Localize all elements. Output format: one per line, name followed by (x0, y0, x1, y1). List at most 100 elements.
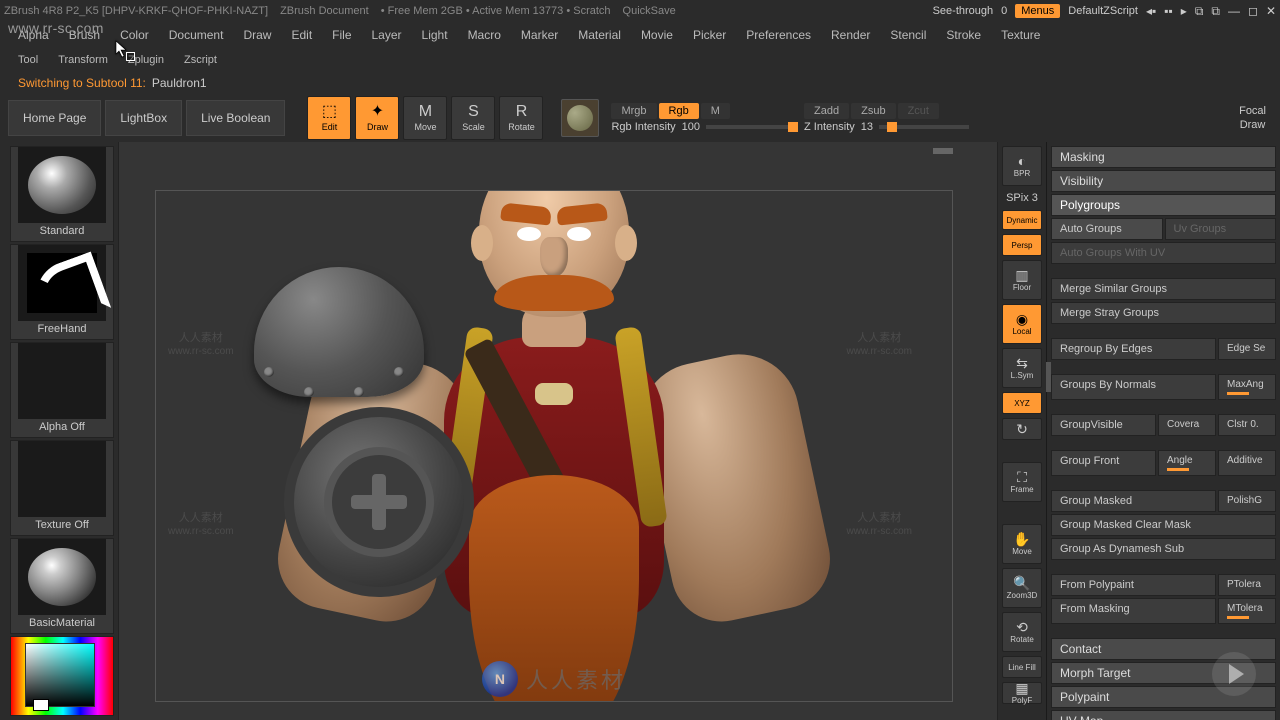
lightbox-tab[interactable]: LightBox (105, 100, 182, 136)
z-intensity-slider[interactable] (879, 125, 969, 129)
zcut-button[interactable]: Zcut (898, 103, 939, 119)
xyz-button[interactable]: XYZ (1002, 392, 1042, 414)
menu-document[interactable]: Document (159, 24, 234, 46)
zadd-button[interactable]: Zadd (804, 103, 849, 119)
menu-macro[interactable]: Macro (458, 24, 511, 46)
color-swatch[interactable] (33, 699, 49, 711)
brush-selector[interactable]: Standard (10, 146, 114, 242)
menu-picker[interactable]: Picker (683, 24, 736, 46)
floor-button[interactable]: ▥Floor (1002, 260, 1042, 300)
masking-section[interactable]: Masking (1051, 146, 1276, 168)
rotate-mode-button[interactable]: RRotate (499, 96, 543, 140)
play-overlay-button[interactable] (1212, 652, 1256, 696)
clstr-slider[interactable]: Clstr 0. (1218, 414, 1276, 436)
menu-draw[interactable]: Draw (233, 24, 281, 46)
home-page-tab[interactable]: Home Page (8, 100, 101, 136)
edge-se-slider[interactable]: Edge Se (1218, 338, 1276, 360)
menu-texture[interactable]: Texture (991, 24, 1050, 46)
polygroups-section[interactable]: Polygroups (1051, 194, 1276, 216)
move-viewport-button[interactable]: ✋Move (1002, 524, 1042, 564)
rgb-intensity-value[interactable]: 100 (682, 121, 700, 133)
win-icon-4[interactable]: ⧉ (1195, 4, 1204, 19)
minimize-icon[interactable]: — (1228, 4, 1240, 19)
scroll-indicator[interactable] (933, 148, 953, 154)
frame-button[interactable]: ⛶Frame (1002, 462, 1042, 502)
win-icon-2[interactable]: ▪▪ (1164, 4, 1173, 19)
angle-slider[interactable]: Angle (1158, 450, 1216, 476)
viewport[interactable]: 人人素材www.rr-sc.com 人人素材www.rr-sc.com 人人素材… (155, 190, 953, 702)
visibility-section[interactable]: Visibility (1051, 170, 1276, 192)
menu-color[interactable]: Color (110, 24, 159, 46)
live-boolean-tab[interactable]: Live Boolean (186, 100, 285, 136)
scale-mode-button[interactable]: SScale (451, 96, 495, 140)
rgb-button[interactable]: Rgb (659, 103, 699, 119)
z-intensity-value[interactable]: 13 (861, 121, 873, 133)
persp-button[interactable]: Persp (1002, 234, 1042, 256)
menu-stencil[interactable]: Stencil (880, 24, 936, 46)
menu-tool[interactable]: Tool (8, 51, 48, 69)
merge-stray-button[interactable]: Merge Stray Groups (1051, 302, 1276, 324)
focal-label[interactable]: Focal (1239, 105, 1266, 117)
zoom3d-button[interactable]: 🔍Zoom3D (1002, 568, 1042, 608)
menu-light[interactable]: Light (412, 24, 458, 46)
coverage-slider[interactable]: Covera (1158, 414, 1216, 436)
maxang-slider[interactable]: MaxAng (1218, 374, 1276, 400)
menu-layer[interactable]: Layer (362, 24, 412, 46)
win-icon-3[interactable]: ▸ (1181, 4, 1187, 19)
menus-button[interactable]: Menus (1015, 4, 1060, 18)
polishg-slider[interactable]: PolishG (1218, 490, 1276, 512)
polyf-button[interactable]: ▦PolyF (1002, 682, 1042, 704)
menu-file[interactable]: File (322, 24, 361, 46)
auto-groups-button[interactable]: Auto Groups (1051, 218, 1163, 240)
uv-groups-button[interactable]: Uv Groups (1165, 218, 1277, 240)
menu-transform[interactable]: Transform (48, 51, 118, 69)
auto-groups-uv-button[interactable]: Auto Groups With UV (1051, 242, 1276, 264)
menu-marker[interactable]: Marker (511, 24, 568, 46)
menu-preferences[interactable]: Preferences (736, 24, 821, 46)
move-mode-button[interactable]: MMove (403, 96, 447, 140)
dynamic-button[interactable]: Dynamic (1002, 210, 1042, 230)
default-zscript[interactable]: DefaultZScript (1068, 5, 1138, 17)
mrgb-button[interactable]: Mrgb (611, 103, 656, 119)
draw-mode-label[interactable]: Draw (1240, 119, 1266, 131)
merge-similar-button[interactable]: Merge Similar Groups (1051, 278, 1276, 300)
stroke-selector[interactable]: FreeHand (10, 244, 114, 340)
local-button[interactable]: ◉Local (1002, 304, 1042, 344)
menu-zscript[interactable]: Zscript (174, 51, 227, 69)
spix-label[interactable]: SPix 3 (1004, 190, 1040, 206)
uv-map-section[interactable]: UV Map (1051, 710, 1276, 720)
zsub-button[interactable]: Zsub (851, 103, 895, 119)
maximize-icon[interactable]: ◻ (1248, 4, 1258, 19)
draw-mode-button[interactable]: ✦Draw (355, 96, 399, 140)
alpha-selector[interactable]: Alpha Off (10, 342, 114, 438)
win-icon-5[interactable]: ⧉ (1211, 4, 1220, 19)
material-selector[interactable]: BasicMaterial (10, 538, 114, 634)
lsym-button[interactable]: ⇆L.Sym (1002, 348, 1042, 388)
quicksave-button[interactable]: QuickSave (623, 5, 676, 17)
additive-button[interactable]: Additive (1218, 450, 1276, 476)
right-scrollbar[interactable] (1046, 362, 1051, 392)
linefill-button[interactable]: Line Fill (1002, 656, 1042, 678)
group-masked-button[interactable]: Group Masked (1051, 490, 1216, 512)
groupvisible-button[interactable]: GroupVisible (1051, 414, 1156, 436)
axis-button[interactable]: ↻ (1002, 418, 1042, 440)
mtolera-slider[interactable]: MTolera (1218, 598, 1276, 624)
regroup-edges-button[interactable]: Regroup By Edges (1051, 338, 1216, 360)
group-dynamesh-button[interactable]: Group As Dynamesh Sub (1051, 538, 1276, 560)
edit-mode-button[interactable]: ⬚Edit (307, 96, 351, 140)
seethrough-value[interactable]: 0 (1001, 5, 1007, 17)
menu-render[interactable]: Render (821, 24, 880, 46)
rgb-intensity-slider[interactable] (706, 125, 796, 129)
from-polypaint-button[interactable]: From Polypaint (1051, 574, 1216, 596)
rotate-viewport-button[interactable]: ⟲Rotate (1002, 612, 1042, 652)
groups-normals-button[interactable]: Groups By Normals (1051, 374, 1216, 400)
bpr-button[interactable]: ◐BPR (1002, 146, 1042, 186)
texture-selector[interactable]: Texture Off (10, 440, 114, 536)
from-masking-button[interactable]: From Masking (1051, 598, 1216, 624)
menu-material[interactable]: Material (568, 24, 631, 46)
gyro-button[interactable] (561, 99, 599, 137)
sv-picker[interactable] (25, 643, 95, 707)
group-front-button[interactable]: Group Front (1051, 450, 1156, 476)
menu-stroke[interactable]: Stroke (936, 24, 991, 46)
menu-edit[interactable]: Edit (281, 24, 322, 46)
